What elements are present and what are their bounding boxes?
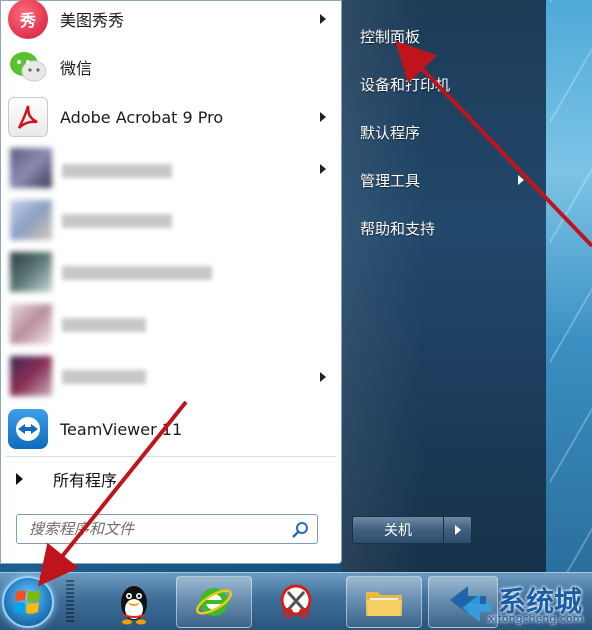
program-item-blurred[interactable] [4, 302, 338, 348]
blurred-icon [10, 200, 52, 240]
program-item-acrobat[interactable]: Adobe Acrobat 9 Pro [4, 94, 338, 140]
program-item-meitu[interactable]: 秀 美图秀秀 [4, 0, 338, 42]
taskbar-button-ie[interactable] [176, 576, 252, 628]
search-box[interactable] [16, 514, 318, 544]
menu-item-label: 管理工具 [360, 171, 421, 190]
program-item-blurred[interactable] [4, 146, 338, 192]
search-input[interactable] [29, 520, 279, 538]
search-icon[interactable] [291, 521, 309, 539]
submenu-arrow-icon[interactable] [518, 175, 524, 185]
program-item-teamviewer[interactable]: TeamViewer 11 [4, 406, 338, 452]
all-programs-label: 所有程序 [53, 471, 118, 490]
submenu-arrow-icon[interactable] [320, 372, 326, 382]
menu-item-label: 设备和打印机 [360, 75, 451, 94]
taskbar-button-snipping[interactable] [258, 576, 334, 628]
program-label: 微信 [60, 59, 93, 78]
taskbar-button-qq[interactable] [96, 576, 172, 628]
shutdown-button[interactable]: 关机 [352, 516, 444, 544]
all-programs-button[interactable]: 所有程序 [4, 460, 338, 498]
watermark-url: xitongcheng.com [488, 612, 584, 625]
snipping-tool-icon [280, 584, 312, 619]
shutdown-options-button[interactable] [444, 516, 472, 544]
shutdown-label: 关机 [384, 523, 412, 539]
taskbar-gripper[interactable] [66, 580, 74, 624]
program-label: Adobe Acrobat 9 Pro [60, 107, 224, 127]
windows-logo-icon [14, 590, 40, 614]
submenu-arrow-icon[interactable] [320, 14, 326, 24]
program-item-blurred[interactable] [4, 198, 338, 244]
program-label: TeamViewer 11 [60, 419, 183, 439]
program-label: 美图秀秀 [60, 11, 125, 30]
program-item-blurred[interactable] [4, 250, 338, 296]
watermark: 系统城 xitongcheng.com [436, 572, 592, 630]
separator [6, 456, 336, 457]
file-explorer-icon [366, 592, 402, 616]
meitu-icon: 秀 [8, 0, 48, 39]
menu-item-control-panel[interactable]: 控制面板 [352, 16, 538, 56]
submenu-arrow-icon[interactable] [320, 164, 326, 174]
ie-icon [195, 588, 233, 616]
menu-item-admin-tools[interactable]: 管理工具 [352, 160, 538, 200]
menu-item-help-support[interactable]: 帮助和支持 [352, 208, 538, 248]
all-programs-arrow-icon [16, 473, 23, 485]
menu-item-label: 帮助和支持 [360, 219, 436, 238]
acrobat-icon [8, 97, 48, 137]
blurred-label [62, 370, 146, 384]
menu-item-devices-printers[interactable]: 设备和打印机 [352, 64, 538, 104]
program-item-blurred[interactable] [4, 354, 338, 400]
blurred-label [62, 318, 146, 332]
blurred-icon [10, 304, 52, 344]
qq-icon [121, 586, 147, 625]
blurred-icon [10, 356, 52, 396]
menu-item-label: 默认程序 [360, 123, 421, 142]
submenu-arrow-icon[interactable] [320, 112, 326, 122]
start-button[interactable] [2, 576, 54, 628]
blurred-label [62, 164, 172, 178]
wechat-icon [8, 47, 48, 87]
program-item-wechat[interactable]: 微信 [4, 44, 338, 90]
menu-item-label: 控制面板 [360, 27, 421, 46]
chevron-right-icon [454, 525, 461, 535]
blurred-icon [10, 252, 52, 292]
teamviewer-icon [8, 409, 48, 449]
taskbar-button-explorer[interactable] [346, 576, 422, 628]
blurred-label [62, 266, 212, 280]
desktop-wallpaper [546, 0, 592, 572]
menu-item-default-programs[interactable]: 默认程序 [352, 112, 538, 152]
blurred-icon [10, 148, 52, 188]
blurred-label [62, 214, 172, 228]
